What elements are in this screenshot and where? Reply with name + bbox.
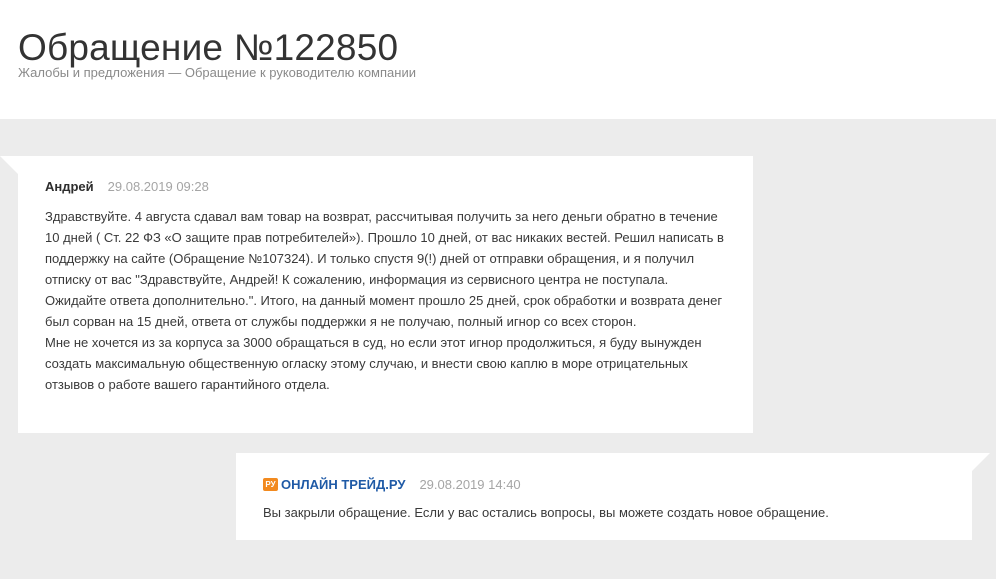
message-tail <box>0 156 18 174</box>
brand-logo-icon: РУ <box>263 477 278 491</box>
page-header: Обращение №122850 Жалобы и предложения —… <box>0 0 996 119</box>
message-tail <box>972 453 990 471</box>
message-author: Андрей <box>45 178 94 194</box>
message-body: Здравствуйте. 4 августа сдавал вам товар… <box>45 206 726 395</box>
message-date: 29.08.2019 14:40 <box>419 476 521 492</box>
user-message: Андрей 29.08.2019 09:28 Здравствуйте. 4 … <box>0 156 753 433</box>
page-title: Обращение №122850 <box>18 26 399 68</box>
message-thread: Андрей 29.08.2019 09:28 Здравствуйте. 4 … <box>0 119 996 579</box>
message-paragraph: Мне не хочется из за корпуса за 3000 обр… <box>45 335 702 392</box>
message-meta: РУ ОНЛАЙН ТРЕЙД.РУ 29.08.2019 14:40 <box>263 475 945 493</box>
company-reply: РУ ОНЛАЙН ТРЕЙД.РУ 29.08.2019 14:40 Вы з… <box>236 453 990 540</box>
company-name: ОНЛАЙН ТРЕЙД.РУ <box>281 476 406 492</box>
breadcrumb: Жалобы и предложения — Обращение к руков… <box>18 65 416 80</box>
message-date: 29.08.2019 09:28 <box>107 178 209 194</box>
message-meta: Андрей 29.08.2019 09:28 <box>45 177 726 195</box>
message-paragraph: Здравствуйте. 4 августа сдавал вам товар… <box>45 209 724 329</box>
company-brand[interactable]: РУ ОНЛАЙН ТРЕЙД.РУ <box>263 477 405 492</box>
message-body: Вы закрыли обращение. Если у вас осталис… <box>263 505 829 520</box>
